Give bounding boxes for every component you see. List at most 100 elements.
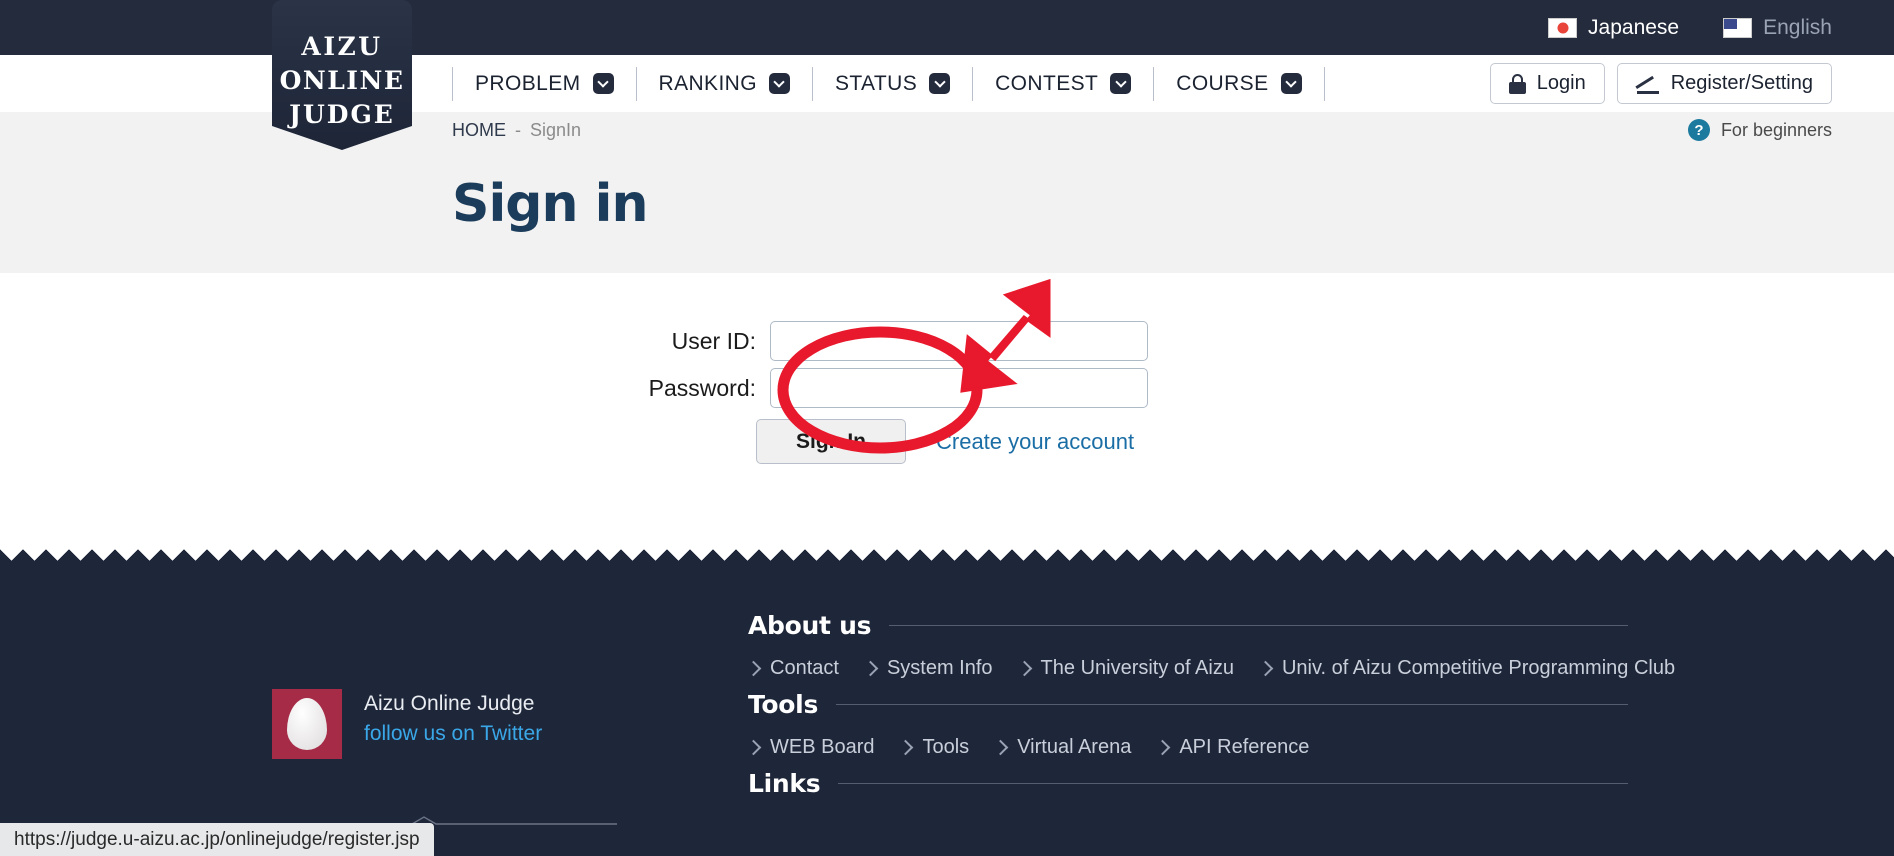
avatar — [272, 689, 342, 759]
nav-item-course[interactable]: COURSE — [1154, 67, 1323, 101]
footer-link-web-board[interactable]: WEB Board — [745, 736, 875, 759]
footer-links-tools: WEB Board Tools Virtual Arena API Refere… — [745, 736, 1628, 759]
footer-heading-tools: Tools — [748, 690, 1628, 719]
breadcrumb: HOME - SignIn — [452, 112, 581, 148]
lock-icon — [1508, 73, 1526, 94]
nav-label-problem: PROBLEM — [475, 71, 581, 95]
twitter-block[interactable]: Aizu Online Judge follow us on Twitter — [272, 689, 542, 759]
chevron-down-icon[interactable] — [929, 73, 951, 94]
chevron-right-icon — [898, 739, 914, 756]
footer-link-label: System Info — [886, 657, 993, 679]
nav-label-contest: CONTEST — [995, 71, 1099, 95]
site-logo-banner[interactable]: AIZU ONLINE JUDGE — [272, 0, 412, 150]
signin-button[interactable]: Sign In — [756, 419, 906, 464]
chevron-right-icon — [1257, 660, 1274, 677]
userid-label: User ID: — [671, 327, 756, 354]
nav-label-status: STATUS — [834, 71, 918, 95]
browser-status-bar: https://judge.u-aizu.ac.jp/onlinejudge/r… — [0, 823, 434, 856]
breadcrumb-separator: - — [515, 119, 521, 140]
footer-link-label: Virtual Arena — [1017, 736, 1132, 758]
chevron-right-icon — [745, 739, 762, 756]
password-row: Password: — [646, 368, 1148, 408]
svg-text:AIZU: AIZU — [300, 32, 382, 61]
footer-link-label: Contact — [770, 657, 839, 679]
chevron-right-icon — [745, 660, 762, 677]
login-button[interactable]: Login — [1489, 63, 1605, 104]
chevron-right-icon — [1155, 739, 1171, 756]
nav-item-status[interactable]: STATUS — [813, 67, 972, 101]
nav-label-ranking: RANKING — [658, 71, 757, 95]
question-mark-icon: ? — [1687, 119, 1710, 141]
page-title-band: Sign in — [0, 148, 1894, 273]
footer-heading-links-label: Links — [748, 769, 821, 798]
language-label-japanese: Japanese — [1588, 15, 1680, 39]
nav-label-course: COURSE — [1176, 71, 1269, 95]
breadcrumb-home[interactable]: HOME — [452, 120, 506, 141]
chevron-right-icon — [1016, 660, 1032, 677]
nav-divider — [1323, 66, 1325, 101]
svg-text:ONLINE: ONLINE — [280, 66, 405, 95]
heading-rule — [836, 704, 1628, 705]
footer-link-contact[interactable]: Contact — [745, 657, 839, 680]
footer-heading-tools-label: Tools — [748, 690, 819, 719]
breadcrumb-current: SignIn — [530, 119, 582, 140]
footer-section-links: Links — [748, 769, 1628, 798]
heading-rule — [889, 625, 1628, 626]
heading-rule — [838, 783, 1628, 784]
password-input[interactable] — [770, 368, 1148, 408]
nav-item-problem[interactable]: PROBLEM — [453, 67, 636, 101]
footer-section-tools: Tools WEB Board Tools Virtual Arena API … — [745, 690, 1628, 759]
language-switcher: Japanese English — [1548, 0, 1832, 55]
twitter-account-name: Aizu Online Judge — [364, 692, 535, 715]
footer-link-label: Tools — [922, 736, 970, 758]
userid-input[interactable] — [770, 321, 1148, 361]
page-title: Sign in — [452, 174, 648, 234]
footer-link-label: WEB Board — [770, 736, 875, 758]
footer-heading-about-label: About us — [748, 611, 872, 640]
footer-link-virtual-arena[interactable]: Virtual Arena — [992, 736, 1132, 759]
twitter-follow-link[interactable]: follow us on Twitter — [364, 719, 542, 749]
signin-form-area: User ID: Password: Sign In Create your a… — [0, 273, 1894, 549]
register-setting-button[interactable]: Register/Setting — [1616, 63, 1832, 104]
chevron-right-icon — [862, 660, 879, 677]
footer-link-api-reference[interactable]: API Reference — [1155, 736, 1309, 759]
chevron-down-icon[interactable] — [592, 73, 614, 94]
nav-item-contest[interactable]: CONTEST — [973, 67, 1153, 101]
for-beginners-link[interactable]: ? For beginners — [1687, 112, 1832, 148]
footer-link-university-of-aizu[interactable]: The University of Aizu — [1016, 657, 1234, 680]
language-label-english: English — [1763, 15, 1832, 39]
footer-link-tools[interactable]: Tools — [898, 736, 970, 759]
nav-item-list: PROBLEM RANKING STATUS CONTEST COURSE — [452, 55, 1325, 112]
chevron-down-icon[interactable] — [768, 73, 790, 94]
register-button-label: Register/Setting — [1670, 72, 1813, 94]
page-root: Japanese English PROBLEM RANKING STATUS — [0, 0, 1894, 856]
status-url: https://judge.u-aizu.ac.jp/onlinejudge/r… — [14, 828, 420, 850]
flag-usa-icon — [1723, 17, 1753, 38]
footer-link-label: The University of Aizu — [1040, 657, 1234, 679]
footer-link-label: Univ. of Aizu Competitive Programming Cl… — [1281, 657, 1676, 679]
password-label: Password: — [648, 374, 756, 401]
footer-heading-about: About us — [748, 611, 1628, 640]
chevron-down-icon[interactable] — [1280, 73, 1302, 94]
create-account-link[interactable]: Create your account — [936, 429, 1134, 455]
site-footer: Aizu Online Judge follow us on Twitter A… — [0, 571, 1894, 856]
footer-link-competitive-programming-club[interactable]: Univ. of Aizu Competitive Programming Cl… — [1257, 657, 1676, 680]
language-option-japanese[interactable]: Japanese — [1548, 16, 1679, 40]
twitter-text: Aizu Online Judge follow us on Twitter — [364, 689, 542, 750]
login-button-label: Login — [1536, 72, 1586, 94]
chevron-right-icon — [992, 739, 1009, 756]
footer-link-system-info[interactable]: System Info — [862, 657, 993, 680]
auth-button-group: Login Register/Setting — [1489, 55, 1832, 112]
footer-section-about: About us Contact System Info The Univers… — [745, 611, 1675, 680]
footer-links-about: Contact System Info The University of Ai… — [745, 657, 1675, 680]
footer-heading-links: Links — [748, 769, 1628, 798]
chevron-down-icon[interactable] — [1110, 73, 1132, 94]
userid-row: User ID: — [646, 321, 1148, 361]
zigzag-divider — [0, 549, 1894, 572]
flag-japan-icon — [1548, 17, 1578, 38]
svg-text:JUDGE: JUDGE — [287, 100, 395, 129]
nav-item-ranking[interactable]: RANKING — [637, 67, 812, 101]
pencil-icon — [1636, 74, 1660, 94]
language-option-english[interactable]: English — [1723, 16, 1832, 40]
form-actions-row: Sign In Create your account — [756, 419, 1134, 464]
